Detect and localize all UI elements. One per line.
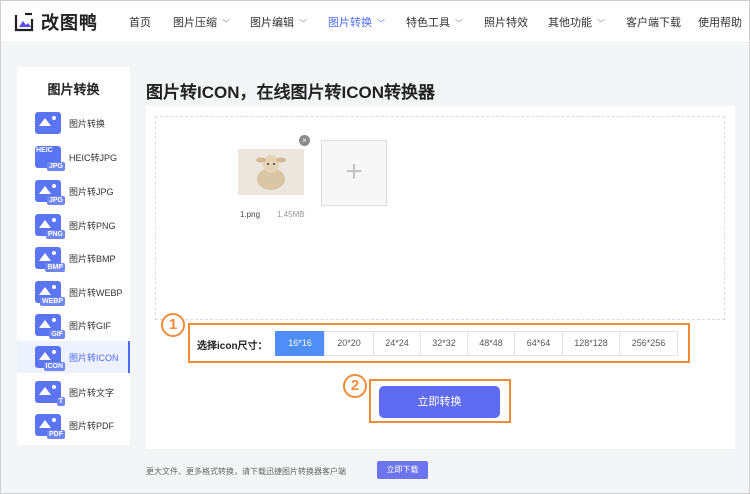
- chevron-down-icon: ﹀: [299, 19, 307, 28]
- chevron-down-icon: ﹀: [377, 19, 385, 28]
- nav-tools[interactable]: 特色工具 ﹀: [406, 14, 463, 30]
- bmp-icon: BMP: [35, 247, 65, 272]
- size-option-256[interactable]: 256*256: [619, 331, 678, 356]
- step-2-marker: 2: [343, 374, 367, 398]
- nav-home[interactable]: 首页: [129, 14, 151, 30]
- add-image-button[interactable]: +: [321, 140, 387, 206]
- nav-edit[interactable]: 图片编辑 ﹀: [250, 14, 307, 30]
- brand-name: 改图鸭: [41, 13, 98, 33]
- size-option-128[interactable]: 128*128: [562, 331, 620, 356]
- sidebar-item-to-pdf[interactable]: PDF 图片转PDF: [17, 409, 130, 441]
- logo[interactable]: 改图鸭: [13, 10, 98, 34]
- nav-help[interactable]: 使用帮助: [698, 14, 742, 30]
- uploaded-image-thumbnail: [238, 149, 304, 195]
- top-nav: 改图鸭 首页 图片压缩 ﹀ 图片编辑 ﹀ 图片转换 ﹀ 特色工具 ﹀ 照片特效 其他功能…: [1, 1, 749, 43]
- file-name: 1.png: [240, 210, 261, 219]
- page-title: 图片转ICON，在线图片转ICON转换器: [146, 83, 435, 102]
- jpg-icon: JPG: [35, 180, 65, 205]
- heic-jpg-icon: HEIC JPG: [35, 146, 65, 171]
- download-button[interactable]: 立即下载: [377, 461, 428, 479]
- image-convert-icon: [35, 112, 61, 134]
- sidebar-item-to-icon[interactable]: ICON 图片转ICON: [17, 341, 130, 373]
- chevron-down-icon: ﹀: [455, 19, 463, 28]
- sidebar-item-to-png[interactable]: PNG 图片转PNG: [17, 209, 130, 241]
- text-format-icon: T: [35, 381, 65, 406]
- nav-client-download[interactable]: 客户端下载: [626, 14, 681, 30]
- convert-button[interactable]: 立即转换: [379, 386, 500, 418]
- sidebar-item-to-webp[interactable]: WEBP 图片转WEBP: [17, 276, 130, 308]
- logo-icon: [14, 12, 34, 32]
- step-1-marker: 1: [161, 313, 185, 337]
- size-options: 16*16 20*20 24*24 32*32 48*48 64*64 128*…: [275, 331, 678, 356]
- sidebar-item-to-bmp[interactable]: BMP 图片转BMP: [17, 242, 130, 274]
- nav-effects[interactable]: 照片特效: [484, 14, 528, 30]
- size-option-16[interactable]: 16*16: [275, 331, 325, 356]
- download-notice: 更大文件、更多格式转换，请下载迅捷图片转换器客户端: [146, 467, 346, 476]
- gif-icon: GIF: [35, 314, 65, 339]
- png-icon: PNG: [35, 214, 65, 239]
- sidebar: 图片转换 图片转换 HEIC JPG HEIC转JPG JPG 图片转JPG P…: [17, 67, 130, 445]
- size-option-32[interactable]: 32*32: [420, 331, 468, 356]
- icon-format-icon: ICON: [35, 346, 65, 371]
- webp-icon: WEBP: [35, 281, 65, 306]
- size-option-24[interactable]: 24*24: [373, 331, 421, 356]
- chevron-down-icon: ﹀: [222, 19, 230, 28]
- sidebar-item-heic-jpg[interactable]: HEIC JPG HEIC转JPG: [17, 141, 130, 173]
- size-option-20[interactable]: 20*20: [324, 331, 374, 356]
- sidebar-item-to-gif[interactable]: GIF 图片转GIF: [17, 309, 130, 341]
- size-label: 选择icon尺寸：: [197, 341, 268, 352]
- pdf-icon: PDF: [35, 414, 65, 439]
- nav-compress[interactable]: 图片压缩 ﹀: [173, 14, 230, 30]
- sidebar-title: 图片转换: [47, 82, 100, 97]
- sheep-image: [238, 149, 304, 195]
- sidebar-item-image-convert[interactable]: 图片转换: [17, 107, 130, 139]
- sidebar-item-to-text[interactable]: T 图片转文字: [17, 376, 130, 408]
- file-size: 1.45MB: [277, 210, 305, 219]
- size-option-64[interactable]: 64*64: [514, 331, 563, 356]
- sidebar-item-to-jpg[interactable]: JPG 图片转JPG: [17, 175, 130, 207]
- nav-convert[interactable]: 图片转换 ﹀: [328, 14, 385, 30]
- remove-image-close-icon[interactable]: ×: [299, 135, 310, 146]
- nav-more[interactable]: 其他功能 ﹀: [548, 14, 605, 30]
- size-option-48[interactable]: 48*48: [467, 331, 515, 356]
- chevron-down-icon: ﹀: [597, 19, 605, 28]
